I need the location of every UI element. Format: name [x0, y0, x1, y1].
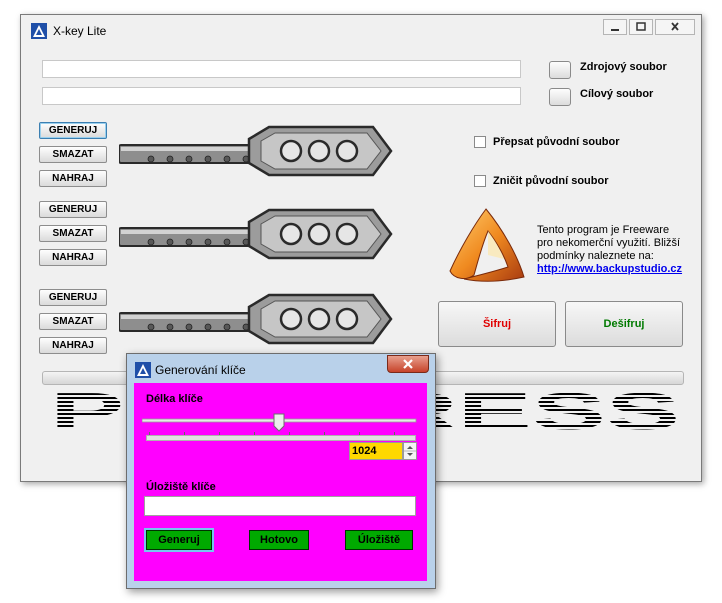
key-generation-dialog: Generování klíče Délka klíče 1024 Úložiš…: [126, 353, 436, 589]
source-file-input[interactable]: [42, 60, 521, 78]
overwrite-checkbox[interactable]: [474, 136, 486, 148]
key-icon: [119, 208, 393, 260]
key2-clear-button[interactable]: SMAZAT: [39, 225, 107, 242]
dialog-body: Délka klíče 1024 Úložiště klíče Generuj …: [134, 383, 427, 581]
dialog-title: Generování klíče: [155, 363, 246, 377]
key-icon: [119, 293, 393, 345]
website-link[interactable]: http://www.backupstudio.cz: [537, 263, 682, 275]
key-length-track: [146, 435, 416, 441]
dialog-generate-button[interactable]: Generuj: [144, 528, 214, 552]
key3-load-button[interactable]: NAHRAJ: [39, 337, 107, 354]
key-icon: [119, 125, 393, 177]
maximize-button[interactable]: [629, 19, 653, 35]
triangle-logo-icon: [449, 208, 525, 282]
slider-thumb[interactable]: [273, 413, 285, 432]
close-icon: [671, 22, 679, 31]
key1-clear-button[interactable]: SMAZAT: [39, 146, 107, 163]
key2-load-button[interactable]: NAHRAJ: [39, 249, 107, 266]
source-file-button[interactable]: [549, 61, 571, 79]
target-file-label: Cílový soubor: [580, 88, 654, 100]
key-length-spinner[interactable]: [403, 442, 417, 460]
info-box: Tento program je Freeware pro nekomerční…: [537, 224, 687, 276]
window-controls: [601, 19, 695, 35]
target-file-button[interactable]: [549, 88, 571, 106]
dialog-storage-button[interactable]: Úložiště: [345, 530, 413, 550]
key1-generate-button[interactable]: GENERUJ: [39, 122, 107, 139]
minimize-button[interactable]: [603, 19, 627, 35]
key3-clear-button[interactable]: SMAZAT: [39, 313, 107, 330]
close-button[interactable]: [655, 19, 695, 35]
key3-generate-button[interactable]: GENERUJ: [39, 289, 107, 306]
close-icon: [403, 359, 413, 369]
title-bar: X-key Lite: [21, 15, 701, 45]
key-length-label: Délka klíče: [146, 393, 203, 405]
dialog-close-button[interactable]: [387, 355, 429, 373]
encrypt-button[interactable]: Šifruj: [438, 301, 556, 347]
minimize-icon: [611, 29, 619, 31]
app-logo-icon: [31, 23, 47, 39]
decrypt-button[interactable]: Dešifruj: [565, 301, 683, 347]
overwrite-label: Přepsat původní soubor: [493, 136, 620, 148]
destroy-checkbox[interactable]: [474, 175, 486, 187]
info-text: Tento program je Freeware pro nekomerční…: [537, 224, 681, 262]
window-title: X-key Lite: [53, 24, 107, 38]
storage-label: Úložiště klíče: [146, 481, 216, 493]
target-file-input[interactable]: [42, 87, 521, 105]
key-length-field[interactable]: 1024: [349, 442, 403, 460]
maximize-icon: [636, 22, 646, 31]
storage-input[interactable]: [144, 496, 416, 516]
destroy-label: Zničit původní soubor: [493, 175, 609, 187]
spin-up-down-icon: [404, 446, 416, 456]
key1-load-button[interactable]: NAHRAJ: [39, 170, 107, 187]
app-logo-icon: [135, 362, 151, 378]
dialog-done-button[interactable]: Hotovo: [249, 530, 309, 550]
source-file-label: Zdrojový soubor: [580, 61, 667, 73]
key2-generate-button[interactable]: GENERUJ: [39, 201, 107, 218]
